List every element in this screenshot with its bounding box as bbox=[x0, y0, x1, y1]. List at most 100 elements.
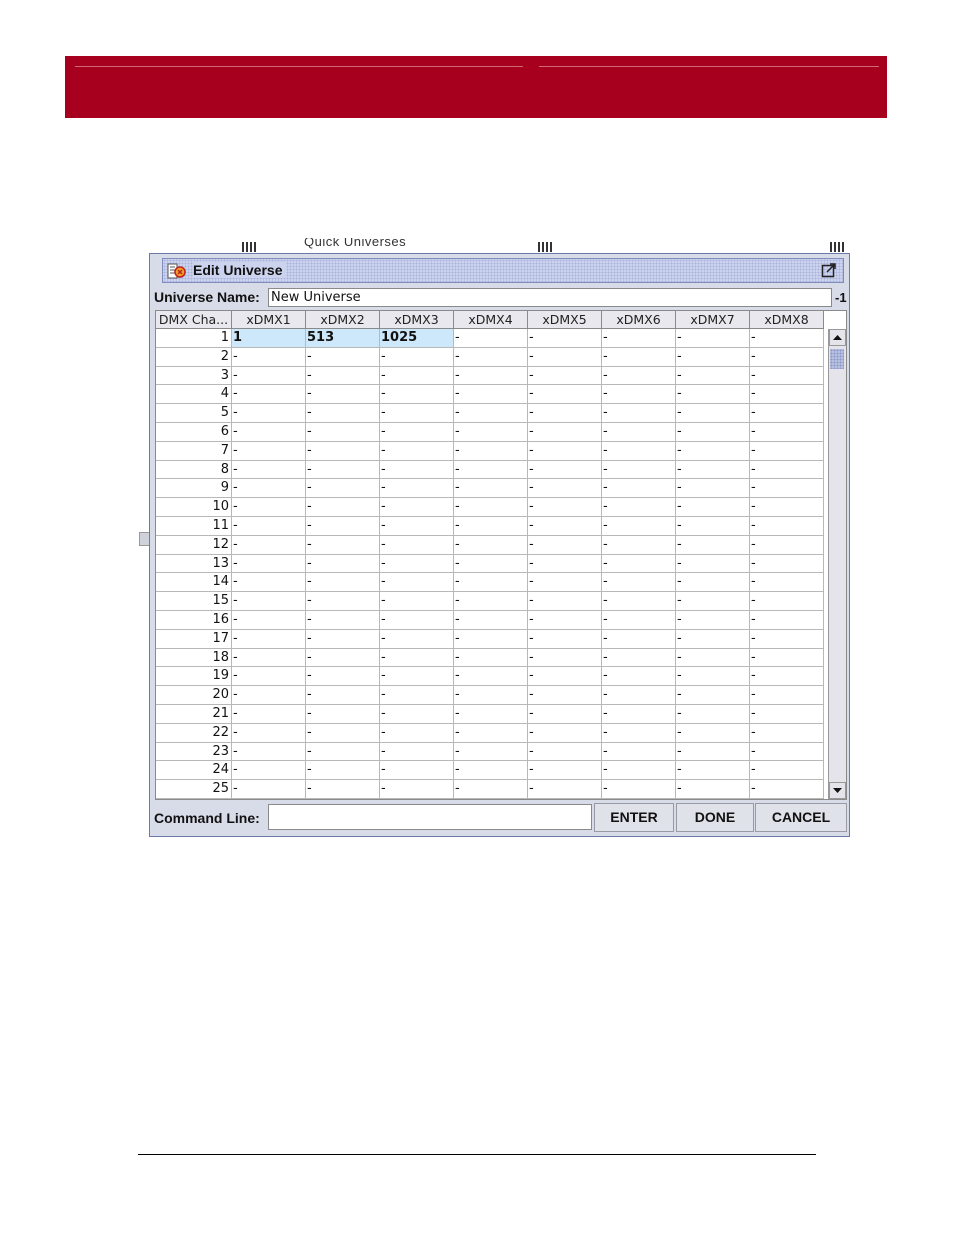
table-cell[interactable]: - bbox=[232, 761, 306, 781]
table-row[interactable]: 8-------- bbox=[156, 460, 824, 480]
table-cell[interactable]: - bbox=[750, 629, 824, 649]
table-cell[interactable]: - bbox=[232, 347, 306, 367]
table-row[interactable]: 17- - - - - - - - bbox=[156, 629, 824, 649]
table-cell[interactable]: - bbox=[676, 761, 750, 781]
table-cell[interactable]: - bbox=[602, 573, 676, 593]
table-cell[interactable]: - bbox=[306, 667, 380, 687]
table-cell[interactable]: - bbox=[602, 347, 676, 367]
table-cell[interactable]: - bbox=[750, 422, 824, 442]
column-header[interactable]: xDMX2 bbox=[306, 311, 380, 329]
table-cell[interactable]: - bbox=[454, 366, 528, 386]
table-cell[interactable]: - bbox=[602, 460, 676, 480]
table-cell[interactable]: - bbox=[380, 742, 454, 762]
table-cell[interactable]: - bbox=[602, 366, 676, 386]
column-header[interactable]: xDMX5 bbox=[528, 311, 602, 329]
done-button[interactable]: DONE bbox=[676, 803, 754, 832]
table-cell[interactable]: - bbox=[676, 723, 750, 743]
table-cell[interactable]: - bbox=[750, 742, 824, 762]
table-cell[interactable]: - bbox=[454, 516, 528, 536]
table-cell[interactable]: - bbox=[380, 723, 454, 743]
table-cell[interactable]: - bbox=[528, 479, 602, 499]
table-cell[interactable]: - bbox=[676, 422, 750, 442]
table-row[interactable]: 15- - - - - - - - bbox=[156, 592, 824, 611]
table-cell[interactable]: - bbox=[750, 329, 824, 348]
table-cell[interactable]: - bbox=[380, 554, 454, 574]
table-cell[interactable]: - bbox=[454, 780, 528, 799]
table-cell[interactable]: - bbox=[380, 498, 454, 517]
table-cell[interactable]: - bbox=[602, 686, 676, 705]
table-cell[interactable]: - bbox=[306, 629, 380, 649]
table-cell[interactable]: - bbox=[306, 441, 380, 461]
table-cell[interactable]: - bbox=[454, 686, 528, 705]
table-cell[interactable]: - bbox=[232, 648, 306, 668]
table-cell[interactable]: - bbox=[676, 516, 750, 536]
table-cell[interactable]: - bbox=[232, 366, 306, 386]
table-cell[interactable]: - bbox=[232, 441, 306, 461]
table-cell[interactable]: - bbox=[528, 422, 602, 442]
table-row[interactable]: 5-------- bbox=[156, 404, 824, 423]
table-cell[interactable]: - bbox=[306, 498, 380, 517]
table-cell[interactable]: - bbox=[454, 460, 528, 480]
table-cell[interactable]: - bbox=[750, 535, 824, 555]
table-row[interactable]: 25- - - - - - - - bbox=[156, 780, 824, 799]
table-cell[interactable]: - bbox=[380, 479, 454, 499]
table-cell[interactable]: - bbox=[454, 592, 528, 611]
table-cell[interactable]: - bbox=[380, 460, 454, 480]
table-cell[interactable]: - bbox=[306, 704, 380, 724]
table-cell[interactable]: - bbox=[528, 460, 602, 480]
table-cell[interactable]: - bbox=[676, 329, 750, 348]
column-header[interactable]: xDMX8 bbox=[750, 311, 824, 329]
cancel-button[interactable]: CANCEL bbox=[755, 803, 847, 832]
column-header[interactable]: xDMX4 bbox=[454, 311, 528, 329]
table-cell[interactable]: - bbox=[454, 723, 528, 743]
universe-name-input[interactable] bbox=[268, 288, 832, 307]
table-cell[interactable]: - bbox=[676, 366, 750, 386]
column-header[interactable]: DMX Cha... bbox=[156, 311, 232, 329]
table-cell[interactable]: - bbox=[454, 535, 528, 555]
dialog-titlebar[interactable]: Edit Universe bbox=[162, 258, 844, 283]
table-cell[interactable]: - bbox=[306, 648, 380, 668]
table-cell[interactable]: - bbox=[380, 535, 454, 555]
table-cell[interactable]: - bbox=[602, 498, 676, 517]
table-cell[interactable]: - bbox=[602, 610, 676, 630]
table-cell[interactable]: - bbox=[232, 573, 306, 593]
table-cell[interactable]: - bbox=[232, 704, 306, 724]
table-cell[interactable]: - bbox=[454, 761, 528, 781]
table-cell[interactable]: - bbox=[380, 516, 454, 536]
table-cell[interactable]: - bbox=[454, 479, 528, 499]
table-row[interactable]: 19- - - - - - - - bbox=[156, 667, 824, 687]
table-cell[interactable]: - bbox=[528, 780, 602, 799]
table-cell[interactable]: - bbox=[676, 667, 750, 687]
column-header[interactable]: xDMX1 bbox=[232, 311, 306, 329]
table-cell[interactable]: - bbox=[232, 780, 306, 799]
table-cell[interactable]: - bbox=[528, 667, 602, 687]
column-header[interactable]: xDMX7 bbox=[676, 311, 750, 329]
table-cell[interactable]: - bbox=[306, 761, 380, 781]
table-cell[interactable]: - bbox=[306, 385, 380, 405]
table-cell[interactable]: - bbox=[750, 554, 824, 574]
table-cell[interactable]: - bbox=[676, 498, 750, 517]
table-cell[interactable]: - bbox=[750, 516, 824, 536]
table-cell[interactable]: - bbox=[306, 592, 380, 611]
table-cell[interactable]: - bbox=[528, 592, 602, 611]
table-cell[interactable]: - bbox=[676, 648, 750, 668]
table-cell[interactable]: - bbox=[750, 441, 824, 461]
table-cell[interactable]: - bbox=[676, 554, 750, 574]
table-cell[interactable]: - bbox=[528, 329, 602, 348]
table-row[interactable]: 12- - - - - - - - bbox=[156, 535, 824, 555]
table-cell[interactable]: - bbox=[676, 686, 750, 705]
table-cell[interactable]: - bbox=[750, 479, 824, 499]
table-cell[interactable]: - bbox=[380, 441, 454, 461]
table-cell[interactable]: - bbox=[602, 516, 676, 536]
table-cell[interactable]: - bbox=[676, 573, 750, 593]
table-cell[interactable]: - bbox=[528, 742, 602, 762]
table-row[interactable]: 10- - - - - - - - bbox=[156, 498, 824, 517]
table-cell[interactable]: - bbox=[232, 554, 306, 574]
table-row[interactable]: 16- - - - - - - - bbox=[156, 610, 824, 630]
table-cell[interactable]: - bbox=[306, 404, 380, 423]
table-cell[interactable]: - bbox=[528, 554, 602, 574]
table-cell[interactable]: - bbox=[454, 441, 528, 461]
table-cell[interactable]: - bbox=[750, 460, 824, 480]
table-cell[interactable]: - bbox=[232, 498, 306, 517]
table-cell[interactable]: - bbox=[750, 780, 824, 799]
